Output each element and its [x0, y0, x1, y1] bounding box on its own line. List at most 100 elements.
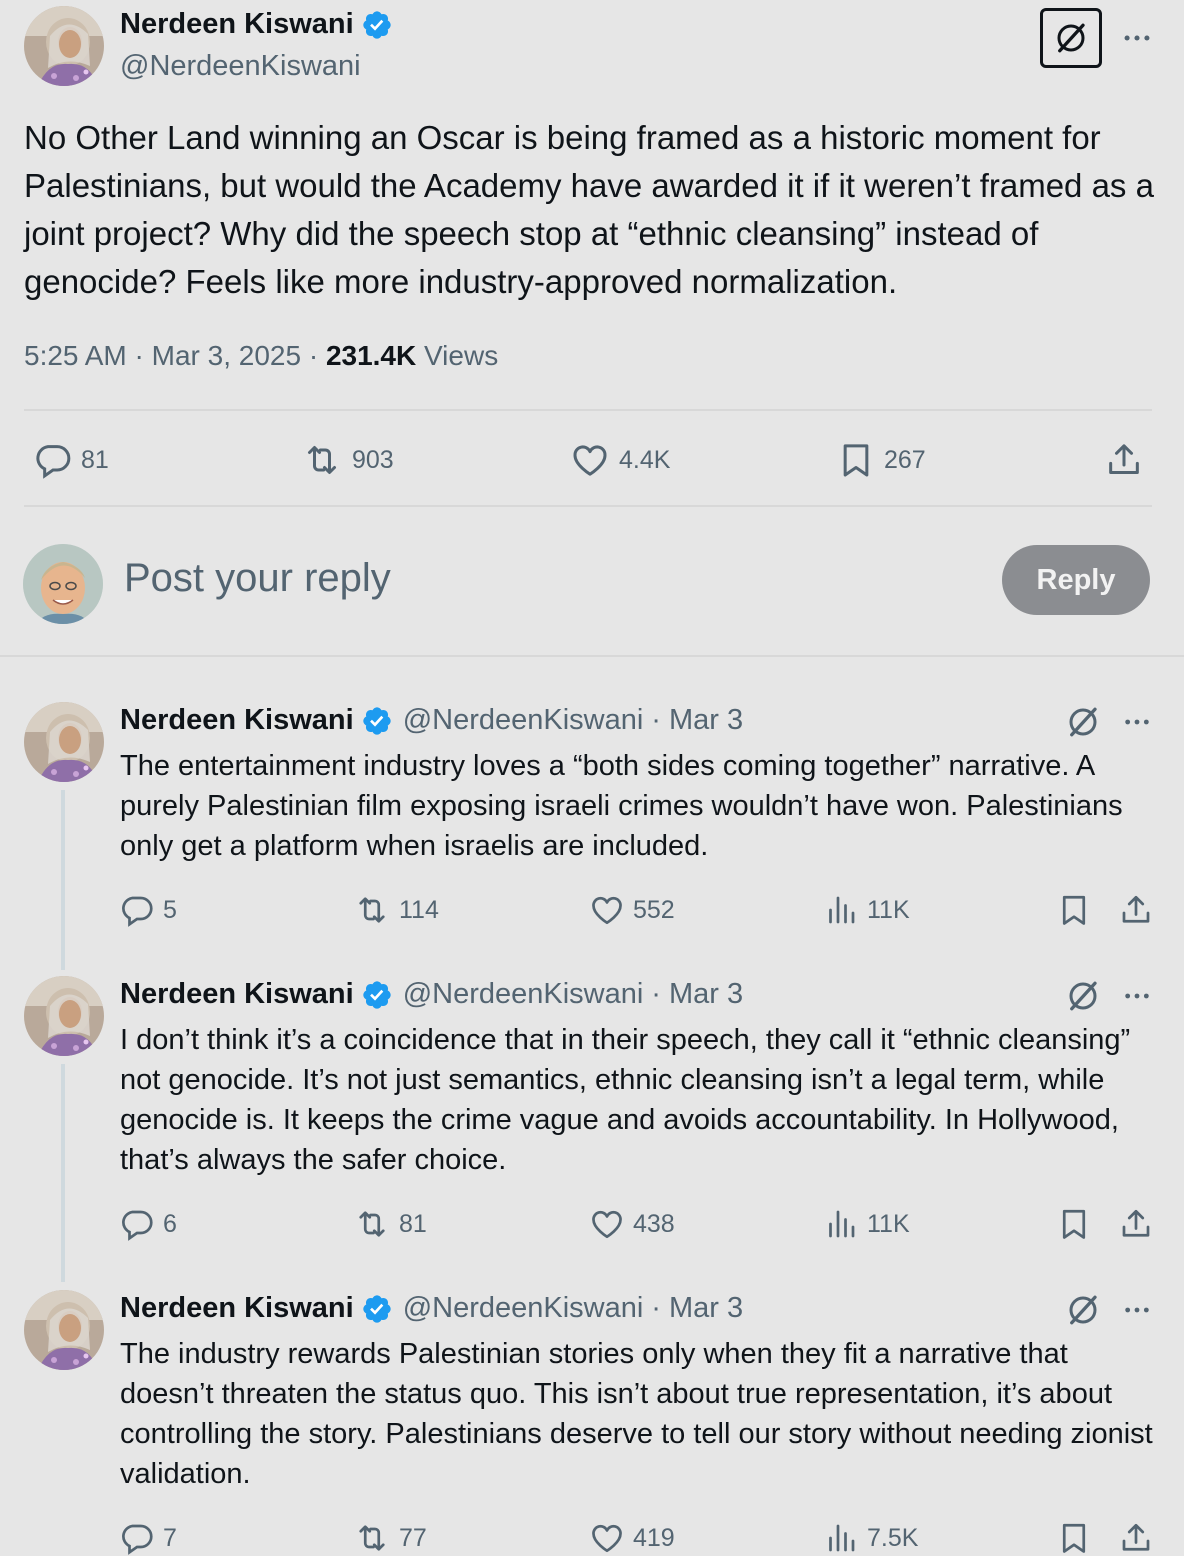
- separator-dot: ·: [651, 978, 661, 1010]
- divider: [24, 409, 1152, 411]
- separator-dot: ·: [651, 1292, 661, 1324]
- grok-icon: [1053, 20, 1089, 56]
- reply-button[interactable]: Reply: [1002, 545, 1150, 615]
- post-text: No Other Land winning an Oscar is being …: [24, 119, 1154, 300]
- share-icon[interactable]: [1118, 1520, 1154, 1556]
- author-handle[interactable]: @NerdeenKiswani: [120, 50, 361, 83]
- like-count: 438: [633, 1209, 675, 1238]
- reply-count: 6: [163, 1209, 177, 1238]
- reply-author-name[interactable]: Nerdeen Kiswani: [120, 978, 354, 1011]
- repost-action[interactable]: 903: [300, 440, 394, 480]
- reply-icon: [119, 1520, 155, 1556]
- bookmark-icon[interactable]: [1056, 892, 1092, 928]
- separator-dot: ·: [651, 704, 661, 736]
- views-icon: [823, 1520, 859, 1556]
- views-count: 7.5K: [867, 1523, 919, 1552]
- like-count: 419: [633, 1523, 675, 1552]
- like-icon: [589, 1520, 625, 1556]
- repost-count: 114: [399, 895, 439, 924]
- repost-count: 77: [399, 1523, 427, 1552]
- reply-author-avatar[interactable]: [24, 702, 104, 782]
- reply-action[interactable]: 7: [119, 1520, 177, 1556]
- repost-count: 903: [352, 445, 394, 474]
- share-icon[interactable]: [1104, 440, 1144, 480]
- reply-action[interactable]: 5: [119, 892, 177, 928]
- author-avatar[interactable]: [24, 6, 104, 86]
- grok-icon[interactable]: [1065, 704, 1101, 740]
- views-icon: [823, 892, 859, 928]
- views-action[interactable]: 11K: [823, 892, 910, 928]
- verified-badge-icon: [361, 979, 393, 1011]
- grok-icon[interactable]: [1065, 978, 1101, 1014]
- reply-icon: [119, 892, 155, 928]
- views-action[interactable]: 7.5K: [823, 1520, 918, 1556]
- reply-icon: [33, 440, 73, 480]
- views-action[interactable]: 11K: [823, 1206, 910, 1242]
- views-icon: [823, 1206, 859, 1242]
- like-action[interactable]: 4.4K: [569, 440, 670, 480]
- like-icon: [569, 440, 611, 480]
- verified-badge-icon: [361, 1293, 393, 1325]
- reply-date[interactable]: Mar 3: [669, 704, 743, 737]
- more-icon[interactable]: [1121, 1294, 1153, 1326]
- share-icon[interactable]: [1118, 1206, 1154, 1242]
- reply-count: 7: [163, 1523, 177, 1552]
- grok-icon[interactable]: [1065, 1292, 1101, 1328]
- reply-text: The entertainment industry loves a “both…: [120, 750, 1123, 862]
- reply-input[interactable]: Post your reply: [124, 556, 391, 601]
- views-count: 11K: [867, 1209, 910, 1238]
- reply-author-name[interactable]: Nerdeen Kiswani: [120, 1292, 354, 1325]
- reply-action[interactable]: 6: [119, 1206, 177, 1242]
- repost-icon: [353, 1520, 391, 1556]
- like-action[interactable]: 438: [589, 1206, 675, 1242]
- reply-date[interactable]: Mar 3: [669, 1292, 743, 1325]
- like-action[interactable]: 419: [589, 1520, 675, 1556]
- bookmark-action[interactable]: 267: [836, 440, 926, 480]
- repost-count: 81: [399, 1209, 427, 1238]
- like-count: 552: [633, 895, 675, 924]
- reply-text: The industry rewards Palestinian stories…: [120, 1338, 1153, 1490]
- bookmark-icon[interactable]: [1056, 1520, 1092, 1556]
- like-count: 4.4K: [619, 445, 671, 474]
- more-icon[interactable]: [1121, 980, 1153, 1012]
- reply-author-avatar[interactable]: [24, 1290, 104, 1370]
- verified-badge-icon: [361, 9, 393, 41]
- more-icon[interactable]: [1121, 706, 1153, 738]
- like-icon: [589, 892, 625, 928]
- bookmark-count: 267: [884, 445, 926, 474]
- grok-button[interactable]: [1040, 8, 1102, 68]
- thread-line: [61, 790, 65, 970]
- views-count: 11K: [867, 895, 910, 924]
- reply-count: 5: [163, 895, 177, 924]
- reply-author-handle[interactable]: @NerdeenKiswani: [403, 704, 644, 737]
- bookmark-icon[interactable]: [1056, 1206, 1092, 1242]
- share-icon[interactable]: [1118, 892, 1154, 928]
- repost-icon: [300, 440, 344, 480]
- divider: [24, 505, 1152, 507]
- repost-icon: [353, 892, 391, 928]
- like-action[interactable]: 552: [589, 892, 675, 928]
- post-time[interactable]: 5:25 AM: [24, 340, 127, 371]
- reply-author-avatar[interactable]: [24, 976, 104, 1056]
- divider: [0, 655, 1184, 657]
- reply-date[interactable]: Mar 3: [669, 978, 743, 1011]
- post-meta: 5:25 AM · Mar 3, 2025 · 231.4K Views: [24, 340, 499, 371]
- post-date[interactable]: Mar 3, 2025: [152, 340, 301, 371]
- reply-author-handle[interactable]: @NerdeenKiswani: [403, 1292, 644, 1325]
- repost-action[interactable]: 81: [353, 1206, 427, 1242]
- views-label: Views: [424, 340, 499, 371]
- reply-action[interactable]: 81: [33, 440, 109, 480]
- author-name[interactable]: Nerdeen Kiswani: [120, 8, 354, 41]
- thread-line: [61, 1064, 65, 1282]
- reply-count: 81: [81, 445, 109, 474]
- reply-author-name[interactable]: Nerdeen Kiswani: [120, 704, 354, 737]
- repost-icon: [353, 1206, 391, 1242]
- like-icon: [589, 1206, 625, 1242]
- user-avatar[interactable]: [23, 544, 103, 624]
- repost-action[interactable]: 114: [353, 892, 439, 928]
- views-count: 231.4K: [325, 340, 417, 371]
- repost-action[interactable]: 77: [353, 1520, 427, 1556]
- reply-author-handle[interactable]: @NerdeenKiswani: [403, 978, 644, 1011]
- more-icon[interactable]: [1120, 21, 1154, 55]
- reply-text: I don’t think it’s a coincidence that in…: [120, 1024, 1131, 1176]
